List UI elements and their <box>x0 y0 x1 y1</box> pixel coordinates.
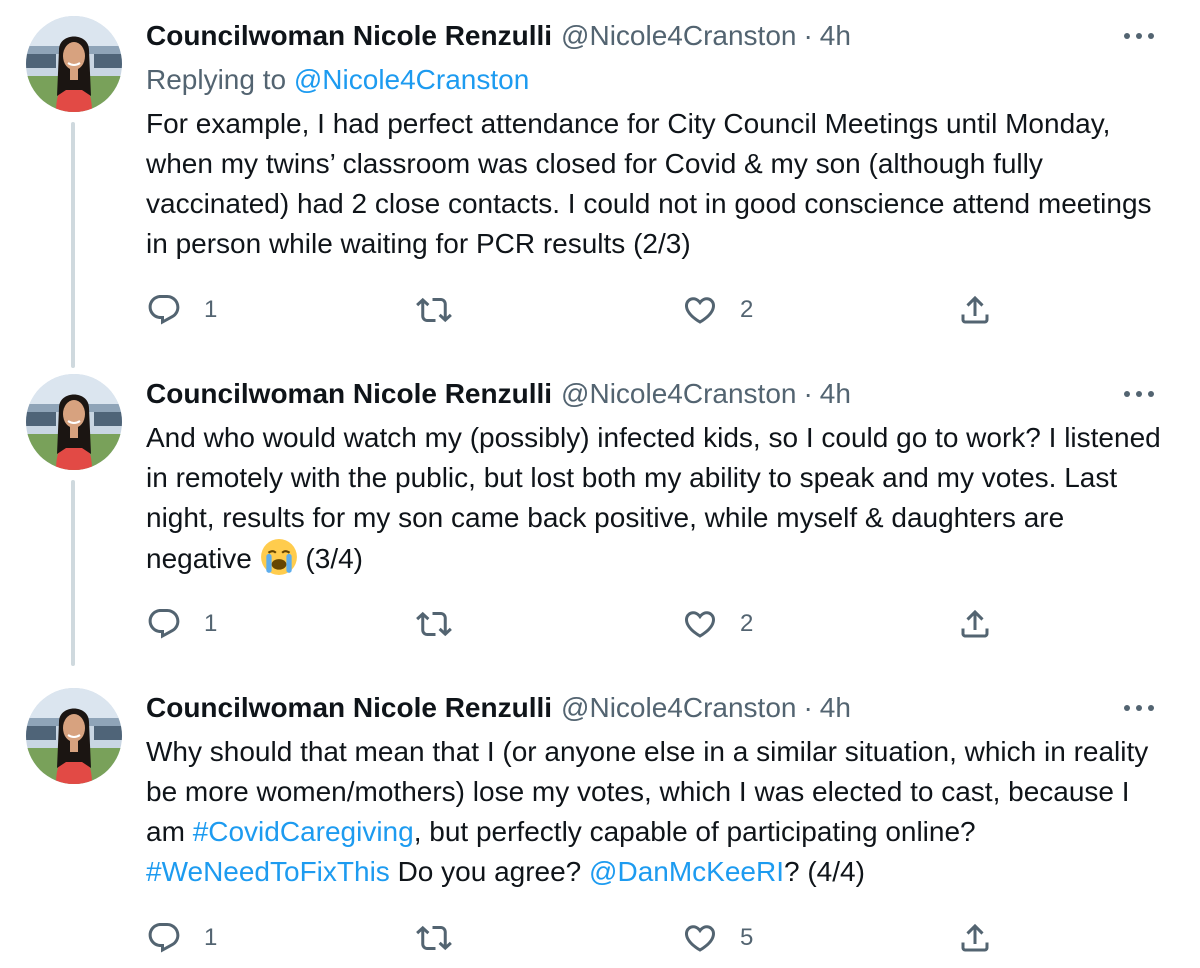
tweet-time[interactable]: 4h <box>820 375 851 413</box>
tweet-text-suffix: (3/4) <box>297 543 364 574</box>
tweet-time[interactable]: 4h <box>820 689 851 727</box>
avatar[interactable] <box>26 688 122 784</box>
author-handle[interactable]: @Nicole4Cranston <box>561 17 796 55</box>
author-handle[interactable]: @Nicole4Cranston <box>561 375 796 413</box>
author-name[interactable]: Councilwoman Nicole Renzulli <box>146 375 552 413</box>
tweet-text: Why should that mean that I (or anyone e… <box>146 732 1166 892</box>
retweet-icon <box>416 920 452 956</box>
tweet-header: Councilwoman Nicole Renzulli @Nicole4Cra… <box>146 17 851 55</box>
share-button[interactable] <box>957 918 993 958</box>
like-count: 2 <box>740 610 754 637</box>
author-name[interactable]: Councilwoman Nicole Renzulli <box>146 17 552 55</box>
retweet-icon <box>416 292 452 328</box>
reply-button[interactable]: 1 <box>146 290 217 330</box>
retweet-button[interactable] <box>416 918 452 958</box>
reply-button[interactable]: 1 <box>146 604 217 644</box>
share-button[interactable] <box>957 290 993 330</box>
tweet-time[interactable]: 4h <box>820 17 851 55</box>
share-button[interactable] <box>957 604 993 644</box>
reply-icon <box>146 606 182 642</box>
tweet-text-part: ? (4/4) <box>783 856 865 887</box>
tweet-actions: 1 2 <box>0 604 1200 644</box>
avatar[interactable] <box>26 16 122 112</box>
like-count: 2 <box>740 296 754 323</box>
tweet-text: For example, I had perfect attendance fo… <box>146 108 1152 259</box>
reply-icon <box>146 920 182 956</box>
hashtag-link[interactable]: #CovidCaregiving <box>193 816 414 847</box>
replying-prefix: Replying to <box>146 64 287 95</box>
share-icon <box>957 920 993 956</box>
retweet-icon <box>416 606 452 642</box>
header-separator: · <box>803 378 813 409</box>
mention-link[interactable]: @DanMcKeeRI <box>589 856 784 887</box>
tweet-header: Councilwoman Nicole Renzulli @Nicole4Cra… <box>146 375 851 413</box>
more-icon[interactable] <box>1124 700 1154 716</box>
like-icon <box>682 292 718 328</box>
replying-to: Replying to @Nicole4Cranston <box>146 61 529 99</box>
hashtag-link[interactable]: #WeNeedToFixThis <box>146 856 390 887</box>
like-icon <box>682 606 718 642</box>
more-icon[interactable] <box>1124 28 1154 44</box>
like-button[interactable]: 2 <box>682 604 753 644</box>
reply-icon <box>146 292 182 328</box>
retweet-button[interactable] <box>416 290 452 330</box>
tweet-actions: 1 2 <box>0 290 1200 330</box>
tweet-actions: 1 5 <box>0 918 1200 958</box>
tweet-text: And who would watch my (possibly) infect… <box>146 418 1166 579</box>
share-icon <box>957 606 993 642</box>
replying-to-mention[interactable]: @Nicole4Cranston <box>294 64 529 95</box>
share-icon <box>957 292 993 328</box>
tweet-header: Councilwoman Nicole Renzulli @Nicole4Cra… <box>146 689 851 727</box>
tweet-thread: Councilwoman Nicole Renzulli @Nicole4Cra… <box>0 0 1200 968</box>
crying-face-emoji <box>260 539 297 575</box>
like-icon <box>682 920 718 956</box>
thread-connector-line <box>71 122 75 368</box>
reply-count: 1 <box>204 296 218 323</box>
tweet-text-part: , but perfectly capable of participating… <box>413 816 976 847</box>
header-separator: · <box>803 20 813 51</box>
retweet-button[interactable] <box>416 604 452 644</box>
like-button[interactable]: 2 <box>682 290 753 330</box>
more-icon[interactable] <box>1124 386 1154 402</box>
avatar[interactable] <box>26 374 122 470</box>
header-separator: · <box>803 692 813 723</box>
reply-button[interactable]: 1 <box>146 918 217 958</box>
tweet-text-part: Do you agree? <box>389 856 590 887</box>
author-name[interactable]: Councilwoman Nicole Renzulli <box>146 689 552 727</box>
reply-count: 1 <box>204 924 218 951</box>
like-count: 5 <box>740 924 754 951</box>
author-handle[interactable]: @Nicole4Cranston <box>561 689 796 727</box>
like-button[interactable]: 5 <box>682 918 753 958</box>
reply-count: 1 <box>204 610 218 637</box>
